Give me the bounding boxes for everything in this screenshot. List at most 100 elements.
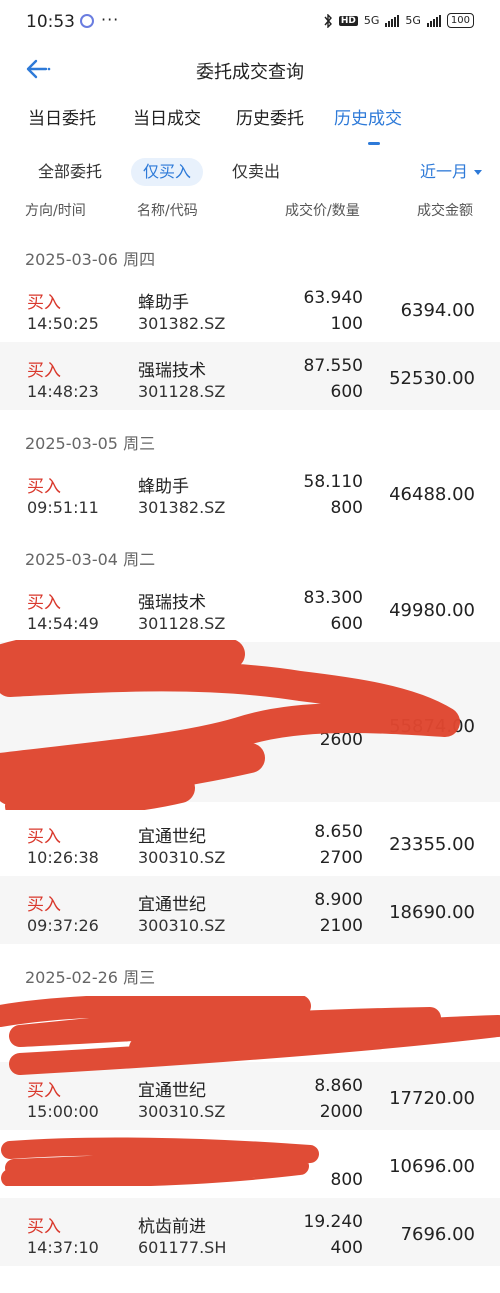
signal-icon-2 <box>426 14 441 27</box>
trade-side: 买入 <box>27 1217 61 1237</box>
stock-name: 强瑞技术 <box>138 361 206 381</box>
trade-price: 8.860 <box>314 1076 363 1096</box>
trade-qty: 800 <box>330 1170 363 1190</box>
trade-row[interactable]: 买入 14:50:25 蜂助手 301382.SZ 63.940 100 639… <box>0 274 500 342</box>
trade-qty: 400 <box>330 1238 363 1258</box>
period-dropdown[interactable]: 近一月 <box>420 158 482 186</box>
trade-qty: 600 <box>330 382 363 402</box>
page-title: 委托成交查询 <box>196 62 304 83</box>
status-right: HD 5G 5G 100 <box>323 13 474 28</box>
trade-price: 63.940 <box>303 288 363 308</box>
trade-row[interactable]: 买入 09:37:26 宜通世纪 300310.SZ 8.900 2100 18… <box>0 876 500 944</box>
trade-time: 09:51:11 <box>27 498 99 517</box>
trade-row[interactable]: 买入 15:00:00 宜通世纪 300310.SZ 8.860 2000 17… <box>0 1062 500 1130</box>
nav-bar: 委托成交查询 <box>0 48 500 92</box>
trade-amount: 18690.00 <box>389 902 475 923</box>
hd-icon: HD <box>338 15 358 26</box>
trade-time: 09:37:26 <box>27 916 99 935</box>
tab-bar: 当日委托 当日成交 历史委托 历史成交 <box>0 104 500 145</box>
column-headers: 方向/时间 名称/代码 成交价/数量 成交金额 <box>0 200 500 220</box>
trade-side: 买入 <box>27 477 61 497</box>
trade-row[interactable]: 买入 10:26:38 宜通世纪 300310.SZ 8.650 2700 23… <box>0 808 500 876</box>
network-5g-2: 5G <box>405 14 421 27</box>
trade-row[interactable] <box>0 996 500 1064</box>
trade-row[interactable]: 2600 55874.00 <box>0 642 500 802</box>
trade-time: 10:26:38 <box>27 848 99 867</box>
trade-amount: 49980.00 <box>389 600 475 621</box>
filter-bar: 全部委托 仅买入 仅卖出 近一月 <box>0 158 500 188</box>
date-label: 2025-03-06 周四 <box>25 250 156 269</box>
trade-qty: 2000 <box>319 1102 363 1122</box>
trade-price: 19.240 <box>303 1212 363 1232</box>
chevron-down-icon <box>474 170 482 175</box>
stock-name: 蜂助手 <box>138 293 189 313</box>
col-amount: 成交金额 <box>417 203 473 219</box>
stock-name: 强瑞技术 <box>138 593 206 613</box>
tab-today-orders[interactable]: 当日委托 <box>28 104 96 129</box>
trade-qty: 2100 <box>319 916 363 936</box>
filter-sell-only[interactable]: 仅卖出 <box>220 158 292 186</box>
stock-code: 301382.SZ <box>138 314 226 333</box>
trade-qty: 100 <box>330 314 363 334</box>
trade-amount: 52530.00 <box>389 368 475 389</box>
date-label: 2025-03-05 周三 <box>25 434 156 453</box>
trade-amount: 23355.00 <box>389 834 475 855</box>
bluetooth-icon <box>324 13 332 28</box>
trade-price: 8.900 <box>314 890 363 910</box>
filter-buy-only[interactable]: 仅买入 <box>131 158 204 186</box>
date-header: 2025-02-26 周三 <box>0 948 500 1002</box>
trade-time: 14:48:23 <box>27 382 99 401</box>
status-bar: 10:53 ··· HD 5G 5G 100 <box>0 0 500 44</box>
status-time: 10:53 <box>26 12 75 32</box>
trade-price: 83.300 <box>303 588 363 608</box>
trade-qty: 2700 <box>319 848 363 868</box>
trade-row[interactable]: 800 10696.00 <box>0 1130 500 1198</box>
trade-amount: 17720.00 <box>389 1088 475 1109</box>
trade-qty: 600 <box>330 614 363 634</box>
stock-name: 杭齿前进 <box>138 1217 206 1237</box>
stock-code: 301128.SZ <box>138 614 226 633</box>
trade-time: 14:37:10 <box>27 1238 99 1257</box>
app-notification-icon <box>80 14 94 28</box>
trade-time: 15:00:00 <box>27 1102 99 1121</box>
stock-name: 宜通世纪 <box>138 827 206 847</box>
trade-amount: 6394.00 <box>400 300 475 321</box>
stock-name: 宜通世纪 <box>138 895 206 915</box>
stock-code: 300310.SZ <box>138 848 226 867</box>
trade-row[interactable]: 买入 09:51:11 蜂助手 301382.SZ 58.110 800 464… <box>0 458 500 526</box>
tab-history-trades[interactable]: 历史成交 <box>334 104 402 129</box>
trade-row[interactable]: 买入 14:54:49 强瑞技术 301128.SZ 83.300 600 49… <box>0 574 500 642</box>
trade-qty: 2600 <box>319 730 363 750</box>
col-name-code: 名称/代码 <box>137 203 198 219</box>
signal-icon <box>385 14 400 27</box>
tab-history-orders[interactable]: 历史委托 <box>236 104 304 129</box>
trade-price: 87.550 <box>303 356 363 376</box>
more-notifications-icon: ··· <box>101 10 120 29</box>
tab-today-trades[interactable]: 当日成交 <box>133 104 201 129</box>
stock-code: 601177.SH <box>138 1238 227 1257</box>
trade-row[interactable]: 买入 14:48:23 强瑞技术 301128.SZ 87.550 600 52… <box>0 342 500 410</box>
stock-name: 宜通世纪 <box>138 1081 206 1101</box>
trade-price: 58.110 <box>303 472 363 492</box>
filter-all-orders[interactable]: 全部委托 <box>26 158 114 186</box>
trade-side: 买入 <box>27 827 61 847</box>
stock-code: 300310.SZ <box>138 916 226 935</box>
date-label: 2025-02-26 周三 <box>25 968 156 987</box>
trade-amount: 55874.00 <box>389 716 475 737</box>
stock-code: 301128.SZ <box>138 382 226 401</box>
trade-time: 14:54:49 <box>27 614 99 633</box>
col-side-time: 方向/时间 <box>25 203 86 219</box>
trade-amount: 10696.00 <box>389 1156 475 1177</box>
battery-icon: 100 <box>446 13 474 28</box>
trade-side: 买入 <box>27 293 61 313</box>
period-label: 近一月 <box>419 162 468 181</box>
trade-side: 买入 <box>27 593 61 613</box>
trade-amount: 7696.00 <box>400 1224 475 1245</box>
network-5g-1: 5G <box>363 14 380 27</box>
trade-row[interactable]: 买入 14:37:10 杭齿前进 601177.SH 19.240 400 76… <box>0 1198 500 1266</box>
stock-code: 301382.SZ <box>138 498 226 517</box>
trade-amount: 46488.00 <box>389 484 475 505</box>
trade-price: 8.650 <box>314 822 363 842</box>
stock-code: 300310.SZ <box>138 1102 226 1121</box>
date-label: 2025-03-04 周二 <box>25 550 156 569</box>
